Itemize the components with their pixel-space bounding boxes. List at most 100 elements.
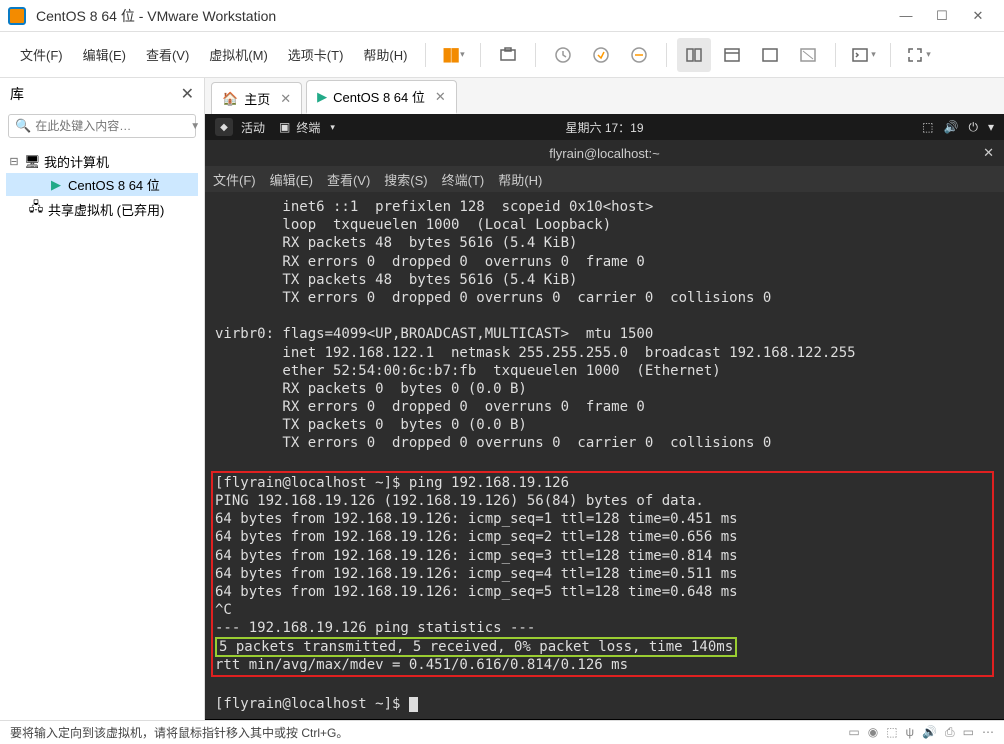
expand-icon[interactable]: ⊟: [8, 155, 20, 168]
term-menu-search[interactable]: 搜索(S): [384, 170, 427, 189]
tab-home-close[interactable]: ✕: [280, 91, 291, 107]
tab-strip: 🏠 主页 ✕ ▶ CentOS 8 64 位 ✕: [205, 78, 1004, 114]
tab-vm-label: CentOS 8 64 位: [333, 87, 425, 106]
terminal-title: flyrain@localhost:~: [549, 146, 659, 161]
tab-home-label: 主页: [244, 89, 270, 108]
terminal-app-icon: ▣: [279, 120, 290, 134]
gnome-app-label: 终端: [296, 119, 320, 136]
toolbar-snapshot1[interactable]: [546, 38, 580, 72]
term-menu-terminal[interactable]: 终端(T): [442, 170, 485, 189]
search-input[interactable]: [35, 119, 190, 133]
device-printer-icon[interactable]: ⎙: [945, 725, 955, 740]
device-usb-icon[interactable]: ψ: [906, 725, 915, 740]
menu-vm[interactable]: 虚拟机(M): [201, 41, 276, 68]
statusbar: 要将输入定向到该虚拟机，请将鼠标指针移入其中或按 Ctrl+G。 ▭ ◉ ⬚ ψ…: [0, 720, 1004, 744]
separator: [666, 43, 667, 67]
menu-help[interactable]: 帮助(H): [355, 41, 415, 68]
gnome-logo-icon[interactable]: ◆: [215, 118, 233, 136]
term-menu-view[interactable]: 查看(V): [327, 170, 370, 189]
toolbar-view2[interactable]: [715, 38, 749, 72]
vm-running-icon: ▶: [48, 177, 64, 193]
gnome-activities[interactable]: 活动: [241, 119, 265, 136]
menu-view[interactable]: 查看(V): [138, 41, 197, 68]
prompt: [flyrain@localhost ~]$: [215, 475, 409, 491]
menubar: 文件(F) 编辑(E) 查看(V) 虚拟机(M) 选项卡(T) 帮助(H) ▮▮: [0, 32, 1004, 78]
terminal-close[interactable]: ✕: [983, 145, 994, 161]
gnome-appmenu[interactable]: ▣ 终端: [279, 119, 335, 136]
term-menu-file[interactable]: 文件(F): [213, 170, 256, 189]
app-icon: [8, 7, 26, 25]
ifconfig-output: inet6 ::1 prefixlen 128 scopeid 0x10<hos…: [215, 199, 856, 451]
device-net-icon[interactable]: ⬚: [886, 725, 897, 740]
separator: [835, 43, 836, 67]
sidebar-search[interactable]: 🔍 ▼: [8, 114, 196, 138]
tab-vm[interactable]: ▶ CentOS 8 64 位 ✕: [306, 80, 457, 114]
toolbar-view3[interactable]: [753, 38, 787, 72]
search-dropdown-icon[interactable]: ▼: [190, 121, 200, 132]
separator: [890, 43, 891, 67]
toolbar-console[interactable]: [846, 38, 880, 72]
close-button[interactable]: ✕: [960, 2, 996, 30]
minimize-button[interactable]: —: [888, 2, 924, 30]
term-menu-help[interactable]: 帮助(H): [498, 170, 542, 189]
terminal-menubar: 文件(F) 编辑(E) 查看(V) 搜索(S) 终端(T) 帮助(H): [205, 166, 1004, 192]
shared-icon: 🖧: [28, 198, 44, 220]
tree-root-label: 我的计算机: [44, 152, 109, 171]
tab-vm-close[interactable]: ✕: [435, 89, 446, 105]
sidebar-title: 库: [10, 84, 24, 104]
power-icon[interactable]: ⏻: [968, 120, 978, 135]
menu-file[interactable]: 文件(F): [12, 41, 71, 68]
sidebar-close[interactable]: ✕: [181, 84, 194, 104]
menu-tabs[interactable]: 选项卡(T): [280, 41, 352, 68]
gnome-clock[interactable]: 星期六 17：19: [565, 119, 643, 136]
status-device-icons: ▭ ◉ ⬚ ψ 🔊 ⎙ ▭ ⋯: [848, 725, 994, 740]
status-text: 要将输入定向到该虚拟机，请将鼠标指针移入其中或按 Ctrl+G。: [10, 724, 348, 741]
content-area: 🏠 主页 ✕ ▶ CentOS 8 64 位 ✕ ◆ 活动 ▣ 终端 星期六 1…: [205, 78, 1004, 720]
terminal-output[interactable]: inet6 ::1 prefixlen 128 scopeid 0x10<hos…: [205, 192, 1004, 719]
gnome-topbar: ◆ 活动 ▣ 终端 星期六 17：19 ⬚ 🔊 ⏻ ▾: [205, 114, 1004, 140]
search-icon: 🔍: [15, 118, 31, 134]
pause-icon: ▮▮: [442, 44, 458, 65]
menu-edit[interactable]: 编辑(E): [75, 41, 134, 68]
gnome-tray[interactable]: ⬚ 🔊 ⏻ ▾: [922, 120, 994, 135]
device-hdd-icon[interactable]: ▭: [848, 725, 859, 740]
vm-viewport[interactable]: ◆ 活动 ▣ 终端 星期六 17：19 ⬚ 🔊 ⏻ ▾ flyrain@loca…: [205, 114, 1004, 720]
tree-vm[interactable]: ▶ CentOS 8 64 位: [6, 173, 198, 196]
tab-home[interactable]: 🏠 主页 ✕: [211, 82, 302, 114]
toolbar-view1[interactable]: [677, 38, 711, 72]
device-more-icon[interactable]: ⋯: [982, 725, 994, 740]
device-display-icon[interactable]: ▭: [963, 725, 974, 740]
network-icon[interactable]: ⬚: [922, 120, 933, 135]
toolbar-snapshot3[interactable]: [622, 38, 656, 72]
highlighted-stats-line: 5 packets transmitted, 5 received, 0% pa…: [215, 637, 737, 657]
home-icon: 🏠: [222, 91, 238, 107]
tree-shared-label: 共享虚拟机 (已弃用): [48, 200, 164, 219]
window-title: CentOS 8 64 位 - VMware Workstation: [36, 6, 888, 26]
terminal-titlebar: flyrain@localhost:~ ✕: [205, 140, 1004, 166]
separator: [425, 43, 426, 67]
ping-output: PING 192.168.19.126 (192.168.19.126) 56(…: [215, 493, 738, 636]
highlighted-ping-block: [flyrain@localhost ~]$ ping 192.168.19.1…: [211, 471, 994, 677]
vm-icon: ▶: [317, 89, 327, 105]
volume-icon[interactable]: 🔊: [944, 120, 959, 135]
term-menu-edit[interactable]: 编辑(E): [270, 170, 313, 189]
maximize-button[interactable]: ☐: [924, 2, 960, 30]
tray-dropdown-icon[interactable]: ▾: [988, 120, 994, 135]
device-sound-icon[interactable]: 🔊: [922, 725, 937, 740]
toolbar-view4[interactable]: [791, 38, 825, 72]
terminal-cursor: [409, 697, 418, 712]
toolbar-fullscreen[interactable]: [901, 38, 935, 72]
separator: [480, 43, 481, 67]
ping-command: ping 192.168.19.126: [409, 475, 569, 491]
toolbar-snapshot2[interactable]: [584, 38, 618, 72]
ping-rtt: rtt min/avg/max/mdev = 0.451/0.616/0.814…: [215, 657, 628, 673]
toolbar-screenshot[interactable]: [491, 38, 525, 72]
tree-shared[interactable]: 🖧 共享虚拟机 (已弃用): [6, 196, 198, 222]
device-cd-icon[interactable]: ◉: [868, 725, 878, 740]
computer-icon: 🖥: [24, 154, 40, 170]
library-sidebar: 库 ✕ 🔍 ▼ ⊟ 🖥 我的计算机 ▶ CentOS 8 64 位 🖧 共享虚拟…: [0, 78, 205, 720]
tree-vm-label: CentOS 8 64 位: [68, 175, 160, 194]
tree-root[interactable]: ⊟ 🖥 我的计算机: [6, 150, 198, 173]
pause-button[interactable]: ▮▮: [436, 38, 470, 72]
separator: [535, 43, 536, 67]
